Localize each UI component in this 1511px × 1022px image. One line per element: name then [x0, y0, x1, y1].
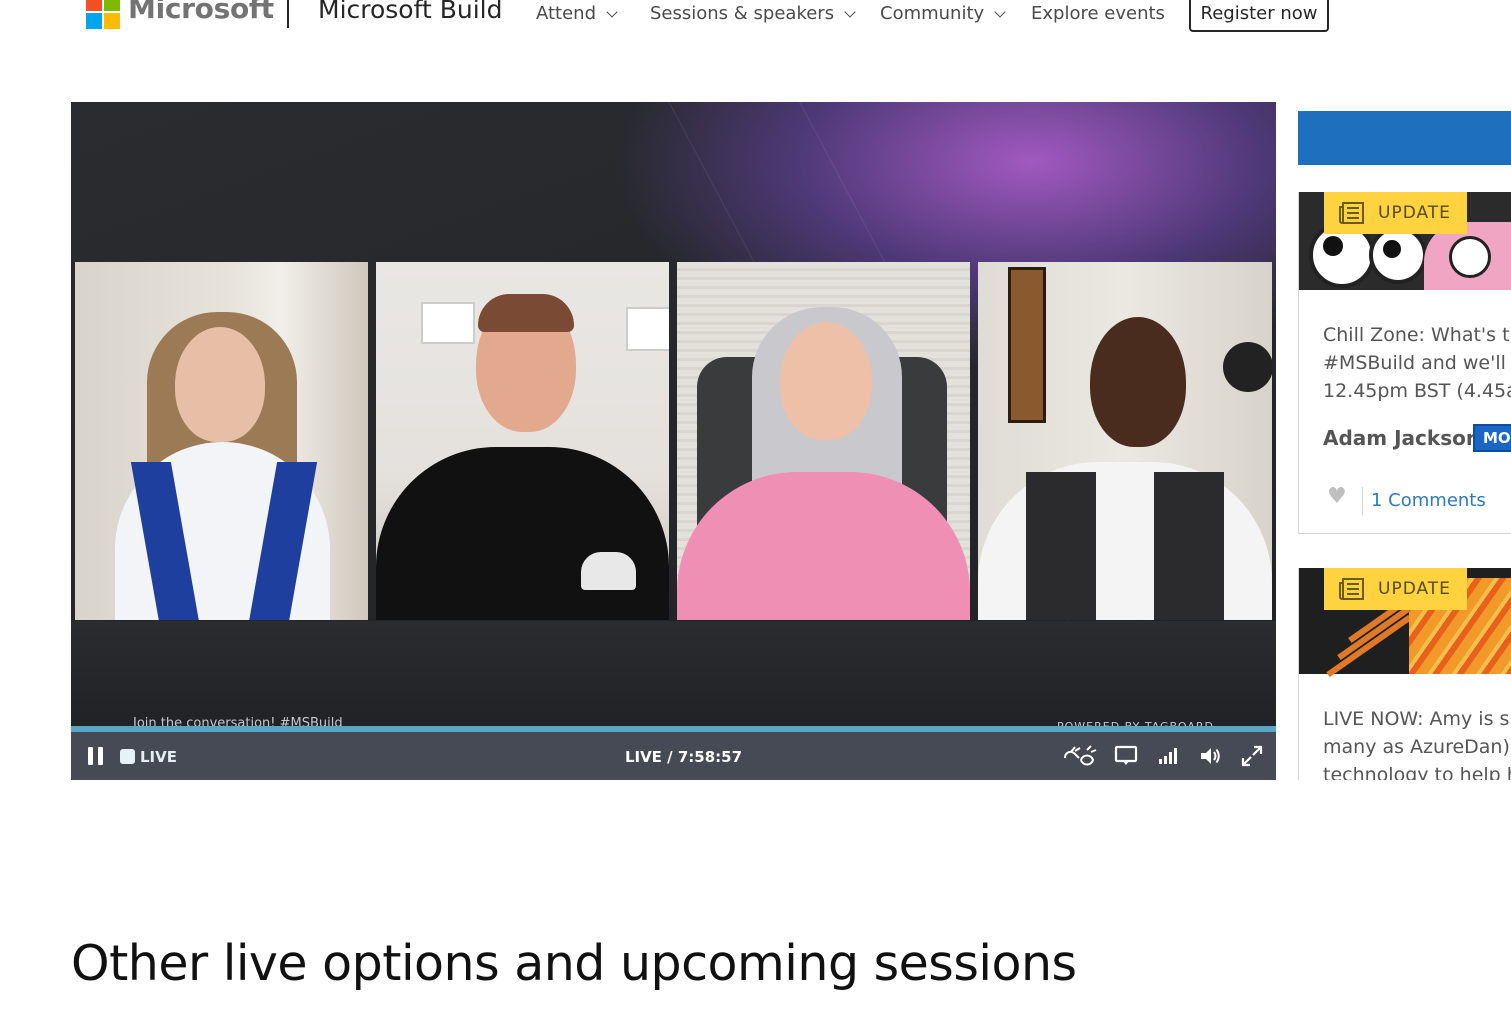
nav-item-community[interactable]: Community	[880, 3, 1006, 24]
speaker-video-2	[376, 262, 669, 620]
section-title: Other live options and upcoming sessions	[71, 935, 1077, 992]
speaker-video-3	[677, 262, 970, 620]
header-divider	[287, 0, 289, 28]
captions-icon[interactable]	[1114, 744, 1138, 768]
card-text-line: 12.45pm BST (4.45a	[1323, 380, 1511, 402]
author-name[interactable]: Adam Jackson	[1323, 426, 1480, 450]
moderator-badge: MOD	[1473, 424, 1511, 452]
microsoft-logo-icon[interactable]	[86, 0, 122, 31]
update-badge: UPDATE	[1324, 568, 1467, 610]
speaker-video-4	[978, 262, 1272, 620]
newspaper-icon	[1339, 202, 1364, 224]
card-text-line: many as AzureDan).	[1323, 736, 1511, 758]
sidebar-header-bar	[1298, 111, 1511, 165]
video-bottom-band	[71, 621, 1276, 726]
site-header: Microsoft Microsoft Build Attend Session…	[0, 0, 1511, 60]
divider	[1362, 487, 1363, 515]
video-frame[interactable]: Join the conversation! #MSBuild POWERED …	[71, 102, 1276, 780]
card-text-line: LIVE NOW: Amy is sp	[1323, 708, 1511, 730]
quality-icon[interactable]	[1156, 744, 1180, 768]
microsoft-wordmark[interactable]: Microsoft	[128, 0, 274, 25]
chevron-down-icon	[606, 5, 618, 18]
live-blog-card[interactable]: UPDATE LIVE NOW: Amy is sp many as Azure…	[1298, 568, 1511, 780]
chevron-down-icon	[844, 5, 856, 18]
heart-icon[interactable]: ♥	[1327, 484, 1347, 509]
nav-item-sessions-speakers[interactable]: Sessions & speakers	[650, 3, 856, 24]
nav-item-label: Community	[880, 3, 985, 24]
fullscreen-icon[interactable]	[1240, 744, 1264, 768]
card-text-line: Chill Zone: What's th	[1323, 324, 1511, 346]
nav-item-attend[interactable]: Attend	[536, 3, 618, 24]
sign-language-icon[interactable]	[1061, 744, 1099, 768]
card-text-line: technology to help h	[1323, 764, 1511, 780]
newspaper-icon	[1339, 578, 1364, 600]
nav-item-label: Attend	[536, 3, 597, 24]
video-player[interactable]: Join the conversation! #MSBuild POWERED …	[71, 102, 1276, 780]
badge-label: UPDATE	[1378, 203, 1451, 223]
volume-icon[interactable]	[1198, 744, 1222, 768]
update-badge: UPDATE	[1324, 192, 1467, 234]
chevron-down-icon	[994, 5, 1006, 18]
nav-item-explore-events[interactable]: Explore events	[1031, 3, 1165, 24]
comments-link[interactable]: 1 Comments	[1371, 490, 1486, 511]
card-text-line: #MSBuild and we'll p	[1323, 352, 1511, 374]
nav-item-label: Sessions & speakers	[650, 3, 835, 24]
nav-item-label: Explore events	[1031, 3, 1165, 24]
site-title[interactable]: Microsoft Build	[318, 0, 502, 24]
register-now-button[interactable]: Register now	[1189, 0, 1329, 32]
player-controls: LIVE LIVE / 7:58:57	[71, 732, 1276, 780]
live-blog-card[interactable]: UPDATE Chill Zone: What's th #MSBuild an…	[1298, 192, 1511, 534]
badge-label: UPDATE	[1378, 579, 1451, 599]
speaker-video-1	[75, 262, 368, 620]
